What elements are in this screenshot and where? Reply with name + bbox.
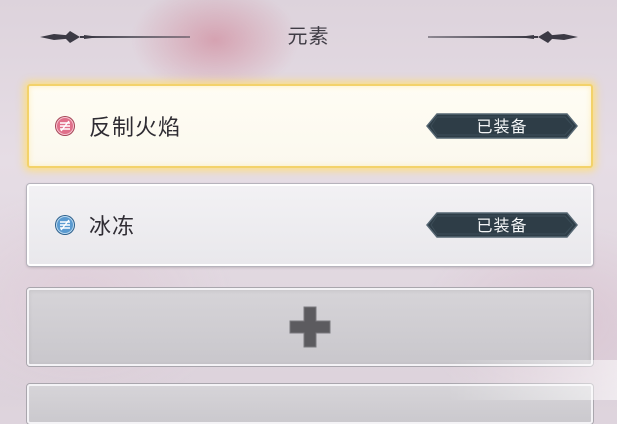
equipped-label: 已装备 [476, 216, 528, 235]
freeze-icon [55, 215, 75, 235]
watermark [447, 360, 617, 400]
element-name: 冰冻 [89, 215, 136, 240]
element-name: 反制火焰 [89, 116, 182, 141]
counter-fire-icon [55, 116, 75, 136]
right-ornament-icon [428, 31, 578, 43]
section-header: 元素 [0, 0, 617, 72]
equipped-badge: 已装备 [425, 112, 579, 140]
element-card-freeze[interactable]: 冰冻 已装备 [27, 184, 593, 266]
equipped-label: 已装备 [476, 117, 528, 136]
add-element-button[interactable] [27, 288, 593, 366]
element-card-counter-fire[interactable]: 反制火焰 已装备 [27, 84, 593, 168]
equipped-badge: 已装备 [425, 211, 579, 239]
plus-icon [289, 306, 331, 348]
